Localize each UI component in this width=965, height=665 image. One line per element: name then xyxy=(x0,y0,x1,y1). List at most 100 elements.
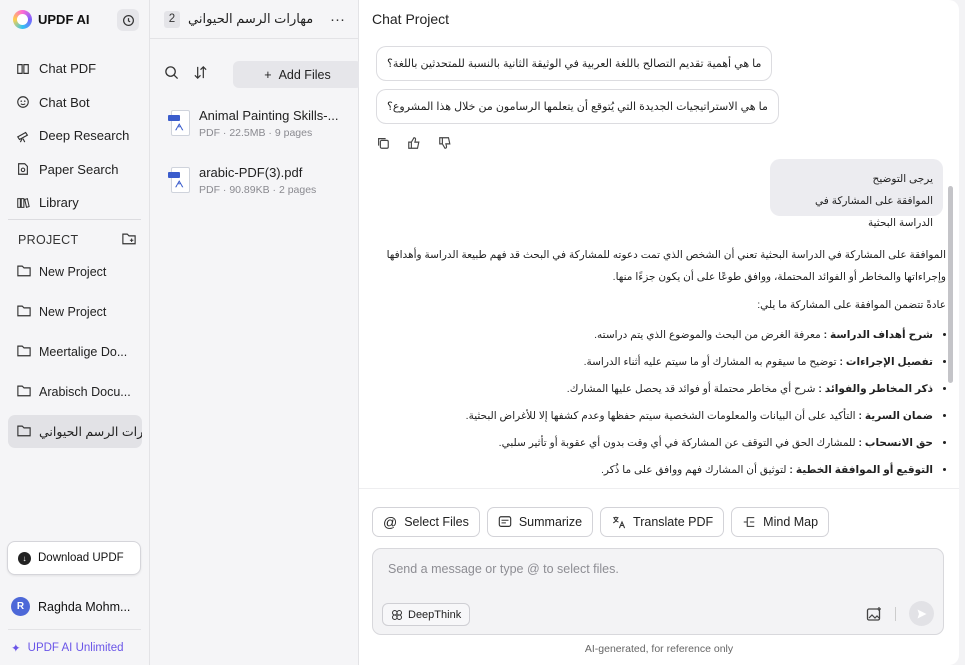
download-label: Download UPDF xyxy=(38,552,124,564)
new-project-folder-icon[interactable] xyxy=(122,232,136,248)
file-meta: PDF · 22.5MB · 9 pages xyxy=(199,127,313,139)
message-input[interactable]: Send a message or type @ to select files… xyxy=(388,562,619,576)
summarize-icon xyxy=(498,516,512,527)
brand: UPDF AI xyxy=(13,10,90,29)
nav-paper-search[interactable]: Paper Search xyxy=(0,153,150,187)
download-updf-button[interactable]: ↓ Download UPDF xyxy=(7,541,141,575)
brand-name: UPDF AI xyxy=(38,12,90,27)
select-files-button[interactable]: @ Select Files xyxy=(372,507,480,537)
thumbs-down-icon[interactable] xyxy=(438,136,452,150)
answer-point-text: لتوثيق أن المشارك فهم ووافق على ما ذُكر. xyxy=(600,464,790,476)
nav-library[interactable]: Library xyxy=(0,186,150,220)
nav-chat-pdf[interactable]: Chat PDF xyxy=(0,52,150,86)
add-files-label: Add Files xyxy=(278,67,331,82)
nav-label: Paper Search xyxy=(39,161,119,177)
nav-label: Chat PDF xyxy=(39,61,97,77)
pdf-file-icon: ᗅ xyxy=(168,167,190,197)
answer-point: شرح أهداف الدراسة : معرفة الغرض من البحث… xyxy=(376,322,933,349)
more-options-button[interactable]: ··· xyxy=(330,11,345,28)
deepthink-toggle[interactable]: DeepThink xyxy=(382,603,471,626)
library-icon xyxy=(16,196,30,210)
nav-chat-bot[interactable]: Chat Bot xyxy=(0,86,150,120)
mind-map-button[interactable]: Mind Map xyxy=(731,507,830,537)
search-icon[interactable] xyxy=(164,65,179,85)
project-item-label: Arabisch Docu... xyxy=(39,384,131,399)
files-panel-title: مهارات الرسم الحيواني xyxy=(188,11,314,26)
answer-point: ضمان السرية : التأكيد على أن البيانات وا… xyxy=(376,403,933,430)
translate-icon xyxy=(613,516,626,529)
send-button[interactable] xyxy=(909,601,934,626)
file-name: arabic-PDF(3).pdf xyxy=(199,165,303,180)
answer-point: تفصيل الإجراءات : توضيح ما سيقوم به المش… xyxy=(376,349,933,376)
unlimited-label: UPDF AI Unlimited xyxy=(27,642,124,654)
answer-list: شرح أهداف الدراسة : معرفة الغرض من البحث… xyxy=(376,322,946,484)
add-files-button[interactable]: + Add Files xyxy=(233,61,362,88)
answer-point-text: معرفة الغرض من البحث والموضوع الذي يتم د… xyxy=(594,329,824,341)
nav-label: Library xyxy=(39,195,79,211)
translate-pdf-button[interactable]: Translate PDF xyxy=(600,507,725,537)
nav-label: Deep Research xyxy=(39,128,130,144)
user-message-line: يرجى التوضيح xyxy=(872,173,933,185)
telescope-icon xyxy=(16,129,30,143)
project-item[interactable]: New Project xyxy=(8,295,142,328)
answer-point-text: التأكيد على أن البيانات والمعلومات الشخص… xyxy=(465,410,859,422)
answer-intro: الموافقة على المشاركة في الدراسة البحثية… xyxy=(386,249,946,283)
user-profile[interactable]: R Raghda Mohm... xyxy=(11,597,130,616)
sparkle-icon: ✦ xyxy=(11,643,21,655)
image-upload-icon[interactable] xyxy=(866,606,882,622)
tool-label: Summarize xyxy=(518,515,583,529)
files-panel: 2 مهارات الرسم الحيواني ··· + Add Files … xyxy=(150,0,362,665)
ai-answer: الموافقة على المشاركة في الدراسة البحثية… xyxy=(376,244,946,484)
download-icon: ↓ xyxy=(18,551,31,565)
project-item[interactable]: New Project xyxy=(8,255,142,288)
bot-icon xyxy=(16,95,30,109)
tool-label: Translate PDF xyxy=(633,515,714,529)
unlimited-link[interactable]: ✦ UPDF AI Unlimited xyxy=(11,641,124,655)
project-item[interactable]: Meertalige Do... xyxy=(8,335,142,368)
project-item[interactable]: Arabisch Docu... xyxy=(8,375,142,408)
history-button[interactable] xyxy=(117,9,139,31)
answer-point-title: ضمان السرية : xyxy=(858,410,934,422)
file-count-badge: 2 xyxy=(164,10,180,28)
answer-point: التوقيع أو الموافقة الخطية : لتوثيق أن ا… xyxy=(376,457,933,484)
message-composer: Send a message or type @ to select files… xyxy=(372,548,944,635)
answer-point-title: شرح أهداف الدراسة : xyxy=(823,329,933,341)
send-icon xyxy=(917,609,926,618)
user-name: Raghda Mohm... xyxy=(38,599,131,614)
answer-point: حق الانسحاب : للمشارك الحق في التوقف عن … xyxy=(376,430,933,457)
copy-icon[interactable] xyxy=(376,136,390,150)
book-icon xyxy=(16,62,30,76)
nav-deep-research[interactable]: Deep Research xyxy=(0,119,150,153)
folder-icon xyxy=(17,384,31,400)
chat-divider xyxy=(359,488,959,489)
folder-icon xyxy=(17,264,31,280)
answer-point-title: حق الانسحاب : xyxy=(858,437,933,449)
project-item-active[interactable]: مهارات الرسم الحيواني xyxy=(8,415,142,448)
suggested-question[interactable]: ما هي أهمية تقديم التصالح باللغة العربية… xyxy=(376,46,773,81)
answer-point-text: للمشارك الحق في التوقف عن المشاركة في أي… xyxy=(498,437,859,449)
deepthink-label: DeepThink xyxy=(408,608,462,621)
answer-point-title: التوقيع أو الموافقة الخطية : xyxy=(789,464,933,476)
chat-title: Chat Project xyxy=(372,11,450,27)
file-item[interactable]: ᗅ arabic-PDF(3).pdf PDF · 90.89KB · 2 pa… xyxy=(168,163,348,203)
chat-scrollbar[interactable] xyxy=(948,186,953,383)
nav-label: Chat Bot xyxy=(39,94,90,110)
sort-icon[interactable] xyxy=(193,65,208,85)
file-item[interactable]: ᗅ Animal Painting Skills-... PDF · 22.5M… xyxy=(168,106,348,146)
files-panel-header: 2 مهارات الرسم الحيواني xyxy=(150,0,359,38)
left-sidebar: UPDF AI Chat PDF Chat Bot Deep Research … xyxy=(0,0,150,665)
chat-main: Chat Project ما هي أهمية تقديم التصالح ب… xyxy=(359,0,959,665)
suggested-question[interactable]: ما هي الاستراتيجيات الجديدة التي يُتوقع … xyxy=(376,89,779,124)
project-item-label: New Project xyxy=(39,304,107,319)
sidebar-nav: Chat PDF Chat Bot Deep Research Paper Se… xyxy=(0,52,150,220)
answer-point-text: توضيح ما سيقوم به المشارك أو ما سيتم علي… xyxy=(583,356,840,368)
at-icon: @ xyxy=(383,514,398,530)
files-toolbar: + Add Files xyxy=(164,61,362,88)
plus-icon: + xyxy=(264,67,272,82)
file-name: Animal Painting Skills-... xyxy=(199,108,339,123)
summarize-button[interactable]: Summarize xyxy=(486,507,594,537)
paper-search-icon xyxy=(16,162,30,176)
folder-icon xyxy=(17,424,31,440)
sidebar-divider xyxy=(8,219,141,220)
thumbs-up-icon[interactable] xyxy=(407,136,421,150)
